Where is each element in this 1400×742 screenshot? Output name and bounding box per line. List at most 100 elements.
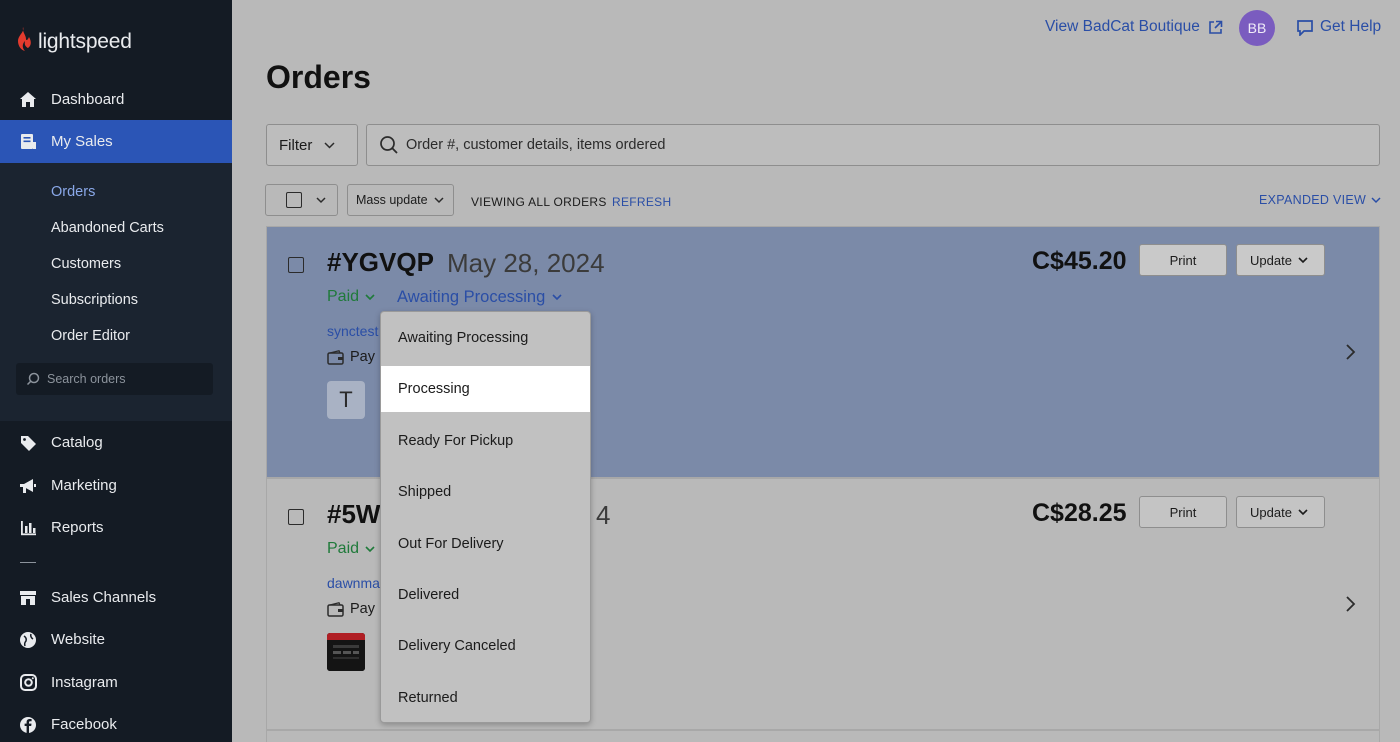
sidebar-item-my-sales[interactable]: My Sales: [0, 120, 232, 163]
order-number[interactable]: #YGVQP: [327, 247, 434, 278]
storefront-icon: [18, 588, 38, 608]
order-date: May 28, 2024: [447, 248, 605, 278]
wallet-icon: [327, 601, 344, 617]
update-label: Update: [1250, 252, 1292, 268]
filter-button[interactable]: Filter: [266, 124, 358, 166]
item-thumbnail[interactable]: T: [327, 381, 365, 419]
sidebar-item-label: Marketing: [51, 477, 117, 494]
status-option-out-for-delivery[interactable]: Out For Delivery: [381, 521, 590, 567]
refresh-link[interactable]: REFRESH: [612, 195, 671, 209]
order-date: 4: [596, 500, 611, 530]
update-button[interactable]: Update: [1236, 496, 1325, 528]
chevron-down-icon: [1371, 196, 1381, 204]
status-option-shipped[interactable]: Shipped: [381, 469, 590, 515]
get-help-link[interactable]: Get Help: [1296, 18, 1381, 36]
home-icon: [18, 90, 38, 110]
bar-chart-icon: [18, 518, 38, 538]
instagram-icon: [18, 673, 38, 693]
print-button[interactable]: Print: [1139, 244, 1227, 276]
viewing-all-orders-label: VIEWING ALL ORDERS: [471, 195, 607, 209]
sidebar-subitem-abandoned-carts[interactable]: Abandoned Carts: [51, 220, 164, 236]
sidebar: lightspeed Dashboard My Sales Orders Aba…: [0, 0, 232, 742]
payment-status-dropdown[interactable]: Paid: [327, 288, 375, 306]
chevron-down-icon: [1298, 256, 1308, 264]
chevron-down-icon: [1298, 508, 1308, 516]
update-button[interactable]: Update: [1236, 244, 1325, 276]
order-total: C$28.25: [1032, 499, 1127, 527]
customer-link[interactable]: dawnma: [327, 575, 380, 591]
sidebar-item-reports[interactable]: Reports: [0, 506, 232, 549]
megaphone-icon: [18, 476, 38, 496]
sidebar-search-placeholder: Search orders: [47, 372, 126, 386]
sidebar-subitem-subscriptions[interactable]: Subscriptions: [51, 292, 138, 308]
payment-status-label: Paid: [327, 288, 360, 305]
sidebar-item-label: Sales Channels: [51, 589, 157, 606]
sidebar-item-website[interactable]: Website: [0, 618, 232, 661]
search-icon: [26, 372, 40, 386]
status-option-processing[interactable]: Processing: [381, 366, 590, 412]
sidebar-subitem-orders[interactable]: Orders: [51, 184, 95, 200]
receipt-icon: [18, 132, 38, 152]
payment-method: Pay: [327, 349, 375, 365]
select-all-dropdown[interactable]: [265, 184, 338, 216]
sidebar-subitem-order-editor[interactable]: Order Editor: [51, 328, 130, 344]
expanded-view-toggle[interactable]: EXPANDED VIEW: [1259, 193, 1381, 207]
view-store-label: View BadCat Boutique: [1045, 18, 1200, 35]
sidebar-item-dashboard[interactable]: Dashboard: [0, 78, 232, 121]
external-link-icon: [1208, 20, 1223, 35]
tag-icon: [18, 433, 38, 453]
sidebar-item-instagram[interactable]: Instagram: [0, 661, 232, 704]
update-label: Update: [1250, 504, 1292, 520]
status-option-delivered[interactable]: Delivered: [381, 572, 590, 618]
page-title: Orders: [266, 59, 371, 95]
chevron-right-icon[interactable]: [1345, 343, 1356, 361]
customer-link[interactable]: synctest: [327, 323, 378, 339]
chat-bubble-icon: [1296, 19, 1314, 36]
sidebar-item-facebook[interactable]: Facebook: [0, 703, 232, 742]
order-select-checkbox[interactable]: [288, 509, 304, 525]
sidebar-item-catalog[interactable]: Catalog: [0, 421, 232, 464]
payment-status-dropdown[interactable]: Paid: [327, 540, 375, 558]
view-store-link[interactable]: View BadCat Boutique: [1045, 18, 1223, 36]
fulfillment-status-menu: Awaiting Processing Processing Ready For…: [380, 311, 591, 723]
sidebar-divider: [20, 562, 36, 563]
chevron-down-icon: [552, 294, 562, 301]
lightspeed-logo[interactable]: lightspeed: [14, 26, 132, 57]
chevron-down-icon: [324, 141, 335, 149]
payment-method-label: Pay: [350, 349, 375, 365]
sidebar-item-sales-channels[interactable]: Sales Channels: [0, 576, 232, 619]
search-icon: [379, 135, 399, 155]
order-search-input[interactable]: Order #, customer details, items ordered: [366, 124, 1380, 166]
fulfillment-status-dropdown[interactable]: Awaiting Processing: [397, 288, 562, 307]
payment-method-label: Pay: [350, 601, 375, 617]
status-option-returned[interactable]: Returned: [381, 675, 590, 721]
status-option-awaiting-processing[interactable]: Awaiting Processing: [381, 315, 590, 361]
select-all-checkbox[interactable]: [286, 192, 302, 208]
status-option-ready-for-pickup[interactable]: Ready For Pickup: [381, 418, 590, 464]
status-option-delivery-canceled[interactable]: Delivery Canceled: [381, 623, 590, 669]
sidebar-subitem-customers[interactable]: Customers: [51, 256, 121, 272]
search-placeholder: Order #, customer details, items ordered: [406, 137, 666, 153]
product-thumbnail-image[interactable]: [327, 633, 365, 671]
sidebar-item-marketing[interactable]: Marketing: [0, 464, 232, 507]
order-total: C$45.20: [1032, 247, 1127, 275]
sidebar-search-input[interactable]: Search orders: [16, 363, 213, 395]
order-card[interactable]: [266, 730, 1380, 742]
globe-icon: [18, 630, 38, 650]
facebook-icon: [18, 715, 38, 735]
print-button[interactable]: Print: [1139, 496, 1227, 528]
order-number[interactable]: #5W: [327, 499, 380, 530]
brand-name: lightspeed: [38, 29, 132, 53]
expanded-view-label: EXPANDED VIEW: [1259, 193, 1367, 207]
chevron-right-icon[interactable]: [1345, 595, 1356, 613]
filter-label: Filter: [279, 136, 313, 154]
chevron-down-icon: [365, 293, 375, 301]
wallet-icon: [327, 349, 344, 365]
sidebar-item-label: My Sales: [51, 133, 113, 150]
mass-update-button[interactable]: Mass update: [347, 184, 454, 216]
user-avatar[interactable]: BB: [1239, 10, 1275, 46]
chevron-down-icon: [365, 545, 375, 553]
sidebar-item-label: Reports: [51, 519, 104, 536]
fulfillment-status-label: Awaiting Processing: [397, 288, 546, 306]
order-select-checkbox[interactable]: [288, 257, 304, 273]
